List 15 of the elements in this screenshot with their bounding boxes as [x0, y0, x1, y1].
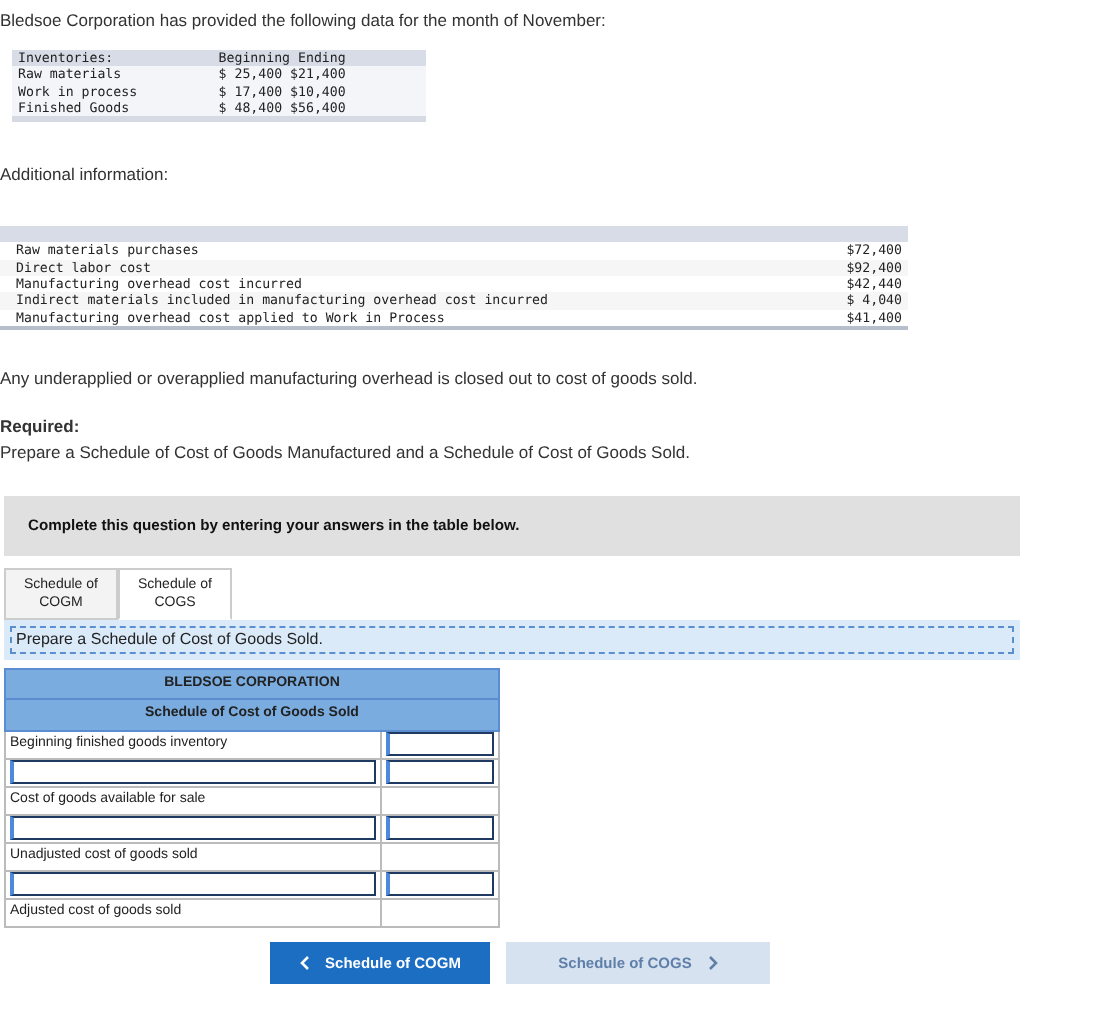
intro-text: Bledsoe Corporation has provided the following data for the month of November:	[0, 10, 606, 30]
required-label: Required:	[0, 415, 80, 436]
amount-field[interactable]	[386, 732, 494, 757]
task-prompt: Prepare a Schedule of Cost of Goods Sold.	[10, 625, 1014, 654]
amount-field[interactable]	[386, 816, 494, 841]
chevron-left-icon	[299, 956, 310, 971]
label-field[interactable]	[10, 872, 376, 897]
label-field[interactable]	[10, 760, 376, 785]
note-text: Any underapplied or overapplied manufacturing overhead is closed out to cost of goods sold.	[0, 368, 698, 389]
section-label: Additional information:	[0, 164, 169, 185]
required-text: Prepare a Schedule of Cost of Goods Manufactured and a Schedule of Cost of Goods Sold.	[0, 441, 690, 462]
chevron-right-icon	[707, 956, 718, 971]
amount-field[interactable]	[386, 760, 494, 785]
amount-field[interactable]	[386, 872, 494, 897]
label-field[interactable]	[10, 816, 376, 841]
